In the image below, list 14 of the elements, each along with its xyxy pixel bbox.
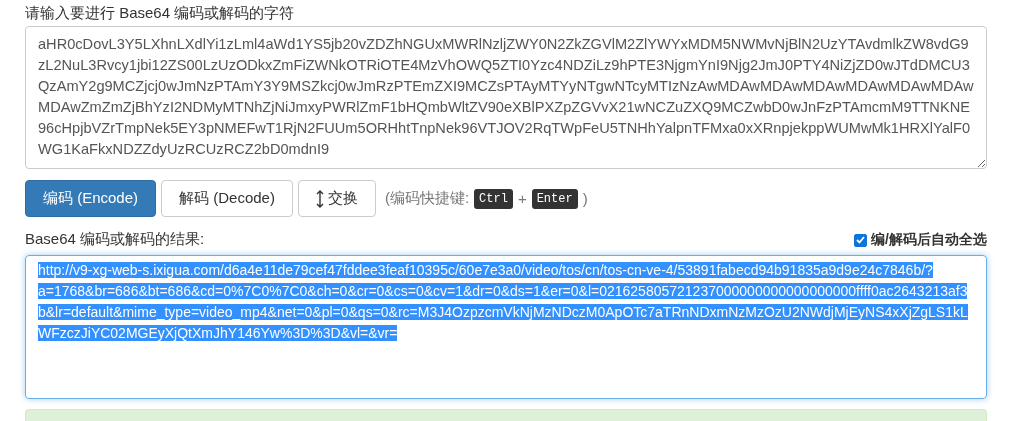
key-cap: Enter (531, 188, 578, 209)
checkmark-icon (856, 236, 866, 244)
plus-sign: + (517, 190, 527, 207)
input-field[interactable]: aHR0cDovL3Y5LXhnLXdlYi1zLml4aWd1YS5jb20vZDZhNGUxMWRlNzljZWY0N2ZkZGVlM2ZlYWYxMDM5NWMvNjBlN2UzYTAvdmlkZW8vdG9zL2NuL3Rvcy1jbi12ZS00LzUzODkxZmFiZWNkOTRiOTE4MzVhOWQ5ZTI0Yzc4NDZiLz9hPTE3NjgmYnI9Njg2JmJ0PTY4NiZjZD0wJTdDMCU3QzAmY2g9MCZjcj0wJmNzPTAmY3Y9MSZkcj0wJmRzPTEmZXI9MCZsPTAyMTYyNTgwNTcyMTIzNzAwMDAwMDAwMDAwMDAwMDAwMDAwMDAwZmZmZjBhYzI2NDMyMTNhZjNiJmxyPWRlZmF1bHQmbWltZV90eXBlPXZpZGVvX21wNCZuZXQ9MCZwbD0wJnFzPTAmcmM9TTNKNE96cHpjbVZrTmpNek5EY3pNMEFwT1RjN2FUUm5ORHhtTnpNek96VTJOV2RqTWpFeU5TNHhYalpnTFMxa0xXRnpjekppWUMwMk1HRXlYalF0WG1KaFkxNDZZdyUzRCUzRCZ2bD0mdnI9 (25, 26, 987, 169)
swap-button[interactable]: 交换 (297, 180, 376, 217)
encode-button[interactable]: 编码 (Encode) (25, 180, 157, 217)
closing-paren: ) (582, 190, 588, 207)
up-down-arrow-icon (315, 189, 324, 208)
result-label: Base64 编码或解码的结果: (25, 230, 205, 249)
auto-select-checkbox[interactable]: 编/解码后自动全选 (854, 231, 987, 249)
decode-button[interactable]: 解码 (Decode) (161, 180, 293, 217)
key-cap: Ctrl (474, 188, 513, 209)
input-label: 请输入要进行 Base64 编码或解码的字符 (25, 3, 296, 23)
shortcut-hint: (编码快捷键: (384, 189, 470, 208)
